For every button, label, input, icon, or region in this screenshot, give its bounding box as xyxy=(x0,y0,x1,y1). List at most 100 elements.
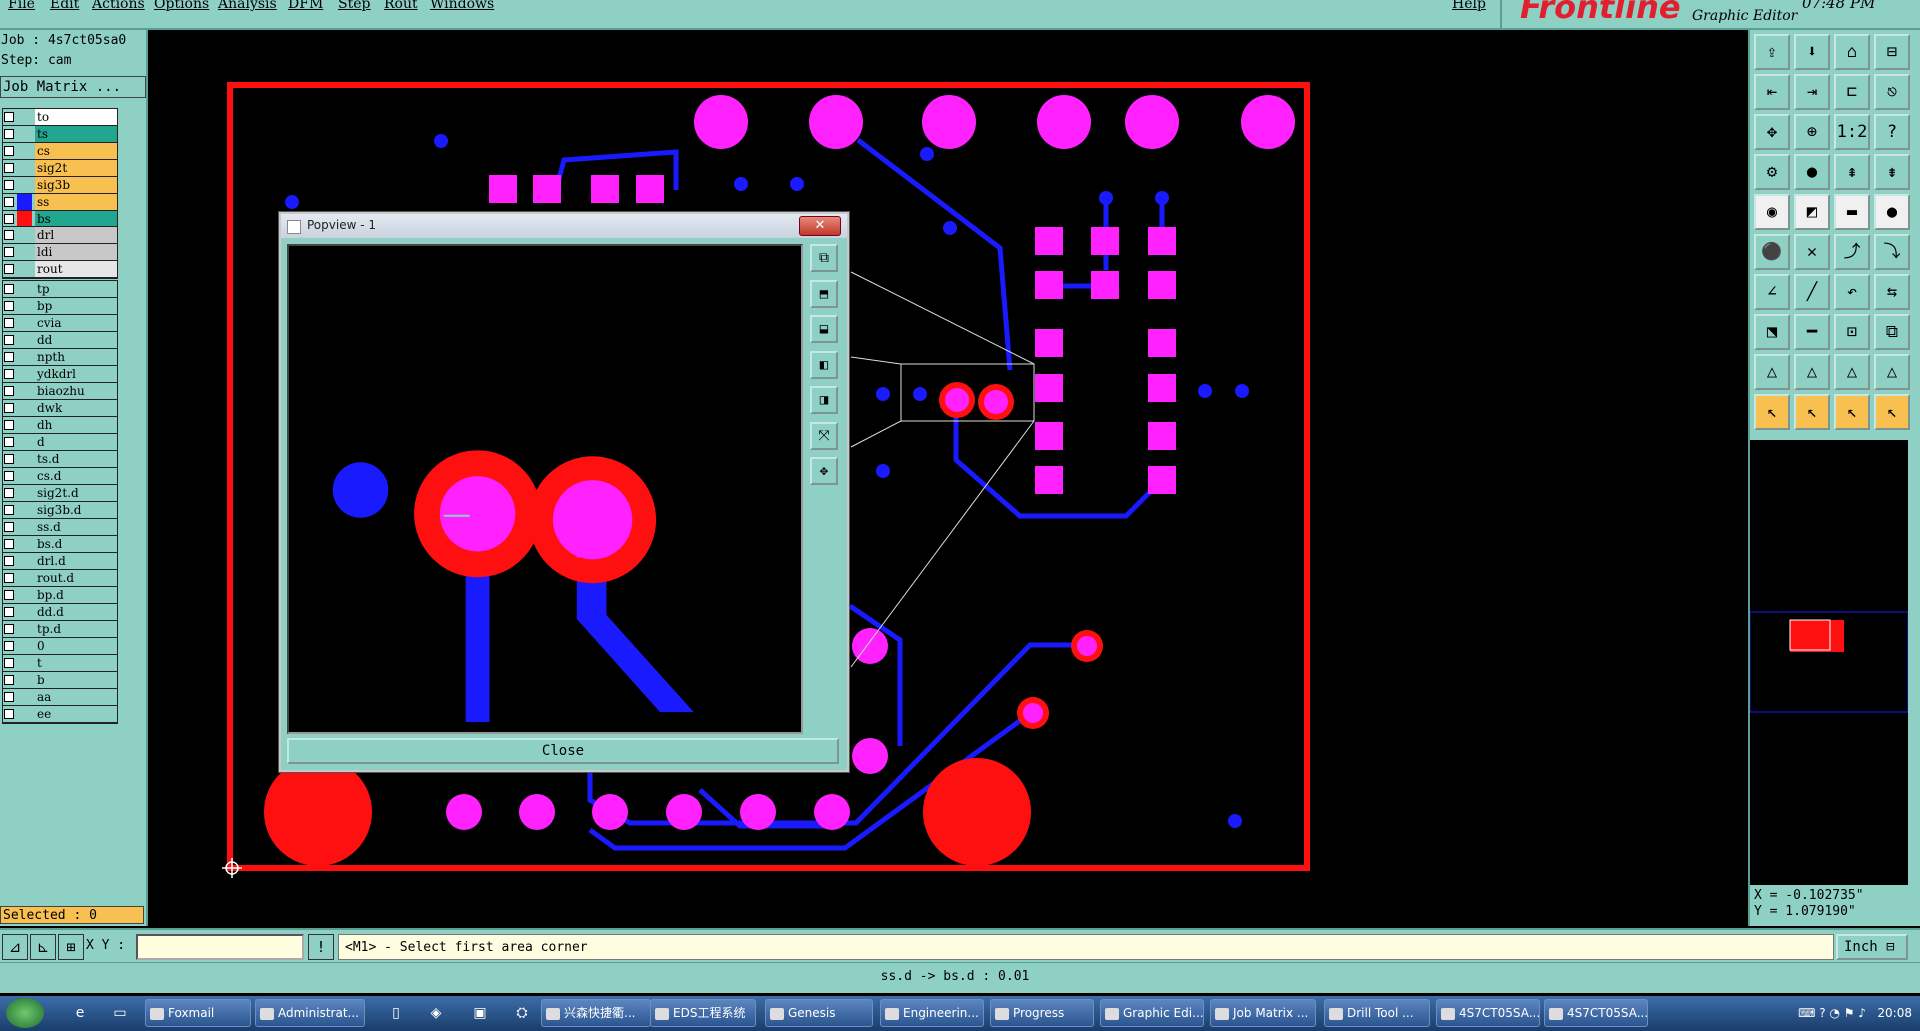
layer-checkbox[interactable] xyxy=(4,129,14,139)
snap-icon[interactable]: ⊿ xyxy=(2,934,28,960)
menu-actions[interactable]: Actions xyxy=(92,0,145,12)
layer-row[interactable]: aa xyxy=(3,689,117,706)
layer-up-icon[interactable]: ⇞ xyxy=(1834,154,1870,190)
fit-icon[interactable]: ✥ xyxy=(1754,114,1790,150)
layer-row[interactable]: dd.d xyxy=(3,604,117,621)
quicklaunch-icon[interactable]: ▣ xyxy=(468,1002,492,1024)
menu-file[interactable]: File xyxy=(8,0,35,12)
menu-analysis[interactable]: Analysis xyxy=(218,0,277,12)
node-icon[interactable]: ⚫ xyxy=(1754,234,1790,270)
menu-help[interactable]: Help xyxy=(1452,0,1486,12)
start-button[interactable] xyxy=(6,998,44,1028)
layer-down-icon[interactable]: ⇟ xyxy=(1874,154,1910,190)
layer-row[interactable]: rout.d xyxy=(3,570,117,587)
taskbar-button[interactable]: 兴森快捷衢... xyxy=(541,999,651,1027)
layer-row[interactable]: cs xyxy=(3,143,117,160)
taskbar-button[interactable]: Genesis xyxy=(765,999,873,1027)
triangle2-icon[interactable]: △ xyxy=(1794,354,1830,390)
layer-checkbox[interactable] xyxy=(4,709,14,719)
taskbar-button[interactable]: Drill Tool ... xyxy=(1324,999,1430,1027)
layer-row[interactable]: ee xyxy=(3,706,117,723)
layer-row[interactable]: ss xyxy=(3,194,117,211)
undo-icon[interactable]: ↶ xyxy=(1834,274,1870,310)
pointer4-icon[interactable]: ↖ xyxy=(1874,394,1910,430)
popview-close-icon[interactable]: ✕ xyxy=(799,216,841,236)
layer-row[interactable]: dwk xyxy=(3,400,117,417)
layer-checkbox[interactable] xyxy=(4,658,14,668)
popview-pan-icon[interactable]: ✥ xyxy=(810,457,838,485)
measure-icon[interactable]: ⊾ xyxy=(30,934,56,960)
taskbar-button[interactable]: Engineerin... xyxy=(880,999,984,1027)
overview-map[interactable] xyxy=(1749,440,1909,885)
layer-checkbox[interactable] xyxy=(4,318,14,328)
taskbar-button[interactable]: Progress xyxy=(990,999,1094,1027)
exclaim-icon[interactable]: ! xyxy=(308,934,334,960)
popview-down-icon[interactable]: ⬓ xyxy=(810,315,838,343)
popview-up-icon[interactable]: ⬒ xyxy=(810,280,838,308)
pointer3-icon[interactable]: ↖ xyxy=(1834,394,1870,430)
quicklaunch-icon[interactable]: ◈ xyxy=(424,1002,448,1024)
pad-icon[interactable]: ◉ xyxy=(1754,194,1790,230)
layer-row[interactable]: dd xyxy=(3,332,117,349)
popview-close-button[interactable]: Close xyxy=(287,738,839,764)
pointer-icon[interactable]: ↖ xyxy=(1754,394,1790,430)
popview-canvas[interactable] xyxy=(287,244,803,734)
measure-icon[interactable]: ⚙ xyxy=(1754,154,1790,190)
draw-icon[interactable]: ◩ xyxy=(1794,194,1830,230)
layer-row[interactable]: drl xyxy=(3,227,117,244)
layer-checkbox[interactable] xyxy=(4,641,14,651)
layer-checkbox[interactable] xyxy=(4,247,14,257)
layer-row[interactable]: rout xyxy=(3,261,117,278)
layer-checkbox[interactable] xyxy=(4,214,14,224)
layer-checkbox[interactable] xyxy=(4,335,14,345)
layer-row[interactable]: b xyxy=(3,672,117,689)
layer-checkbox[interactable] xyxy=(4,522,14,532)
popview-right-icon[interactable]: ◨ xyxy=(810,386,838,414)
group-icon[interactable]: ⧉ xyxy=(1874,314,1910,350)
flip-icon[interactable]: ⇆ xyxy=(1874,274,1910,310)
menu-step[interactable]: Step xyxy=(338,0,370,12)
layer-checkbox[interactable] xyxy=(4,420,14,430)
job-matrix-button[interactable]: Job Matrix ... xyxy=(0,76,146,98)
route-icon[interactable]: ⤴ xyxy=(1834,234,1870,270)
layer-checkbox[interactable] xyxy=(4,539,14,549)
layer-checkbox[interactable] xyxy=(4,590,14,600)
fill-icon[interactable]: ⊡ xyxy=(1834,314,1870,350)
snap-icon[interactable]: ⎋ xyxy=(1874,74,1910,110)
layer-checkbox[interactable] xyxy=(4,624,14,634)
layer-row[interactable]: npth xyxy=(3,349,117,366)
layer-checkbox[interactable] xyxy=(4,284,14,294)
layer-checkbox[interactable] xyxy=(4,352,14,362)
quicklaunch-icon[interactable]: ▯ xyxy=(384,1002,408,1024)
layer-checkbox[interactable] xyxy=(4,488,14,498)
layer-checkbox[interactable] xyxy=(4,471,14,481)
layer-row[interactable]: bp xyxy=(3,298,117,315)
cross-icon[interactable]: ✕ xyxy=(1794,234,1830,270)
layer-checkbox[interactable] xyxy=(4,301,14,311)
help-icon[interactable]: ? xyxy=(1874,114,1910,150)
layer-row[interactable]: sig3b.d xyxy=(3,502,117,519)
layer-row[interactable]: cs.d xyxy=(3,468,117,485)
line-icon[interactable]: ▬ xyxy=(1834,194,1870,230)
taskbar-button[interactable]: EDS工程系统 xyxy=(650,999,756,1027)
mirror-icon[interactable]: ⊏ xyxy=(1834,74,1870,110)
quicklaunch-icon[interactable]: ⛭ xyxy=(510,1002,534,1024)
triangle-icon[interactable]: △ xyxy=(1754,354,1790,390)
taskbar-button[interactable]: Graphic Edi... xyxy=(1100,999,1204,1027)
layer-row[interactable]: tp xyxy=(3,281,117,298)
units-dropdown[interactable]: Inch ⊟ xyxy=(1836,934,1908,960)
layer-checkbox[interactable] xyxy=(4,454,14,464)
popview-fit-icon[interactable]: ⧉ xyxy=(810,244,838,272)
layer-row[interactable]: bs.d xyxy=(3,536,117,553)
layer-row[interactable]: sig3b xyxy=(3,177,117,194)
layer-row[interactable]: ydkdrl xyxy=(3,366,117,383)
layer-row[interactable]: ss.d xyxy=(3,519,117,536)
taskbar-button[interactable]: 4S7CT05SA... xyxy=(1544,999,1648,1027)
taskbar-button[interactable]: Job Matrix ... xyxy=(1210,999,1316,1027)
layer-checkbox[interactable] xyxy=(4,607,14,617)
layer-checkbox[interactable] xyxy=(4,675,14,685)
taskbar-button[interactable]: Foxmail xyxy=(145,999,251,1027)
step-icon[interactable]: ⬔ xyxy=(1754,314,1790,350)
layer-checkbox[interactable] xyxy=(4,264,14,274)
layer-checkbox[interactable] xyxy=(4,163,14,173)
